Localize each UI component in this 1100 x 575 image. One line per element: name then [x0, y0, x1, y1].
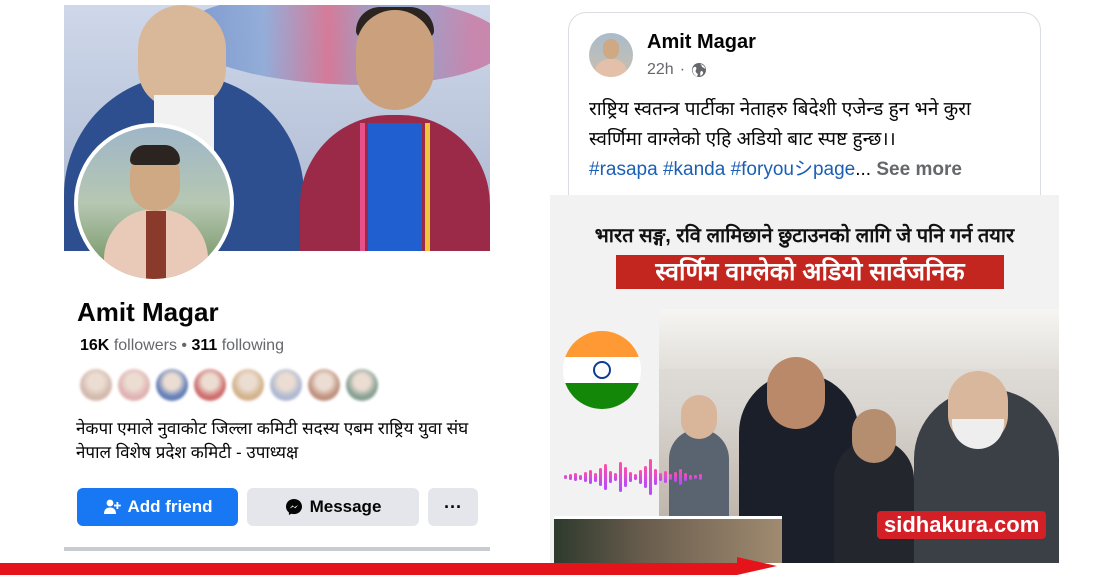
news-thumbnail — [554, 516, 782, 563]
cover-person-right — [300, 7, 490, 251]
site-watermark: sidhakura.com — [877, 511, 1047, 539]
friend-avatar[interactable] — [156, 369, 188, 401]
post-meta: 22h · — [647, 61, 707, 79]
see-more-link[interactable]: See more — [876, 159, 962, 180]
add-friend-button[interactable]: Add friend — [77, 488, 238, 526]
profile-name: Amit Magar — [77, 297, 219, 327]
post-card: Amit Magar 22h · राष्ट्रिय स्वतन्त्र पार… — [568, 12, 1041, 213]
message-label: Message — [309, 497, 382, 516]
profile-card: Amit Magar 16K followers • 311 following… — [64, 5, 490, 551]
hashtag-link[interactable]: #kanda — [663, 159, 725, 180]
friend-avatar[interactable] — [118, 369, 150, 401]
meta-separator: · — [679, 61, 686, 78]
progress-bar-red — [0, 563, 737, 575]
friend-avatar[interactable] — [232, 369, 264, 401]
friend-avatar[interactable] — [308, 369, 340, 401]
more-options-icon: ··· — [444, 496, 462, 517]
hashtag-link[interactable]: #rasapa — [589, 159, 658, 180]
post-text: राष्ट्रिय स्वतन्त्र पार्टीका नेताहरु बिद… — [589, 99, 971, 150]
profile-avatar[interactable] — [74, 123, 234, 283]
profile-bio: नेकपा एमाले नुवाकोट जिल्ला कमिटी सदस्य ए… — [76, 419, 469, 462]
cover-map-graphic — [184, 5, 490, 85]
mutual-friends-avatars[interactable] — [80, 369, 384, 403]
hashtag-link[interactable]: #foryouシpage — [731, 159, 856, 180]
following-label[interactable]: following — [222, 337, 284, 354]
text-ellipsis: ... — [855, 159, 872, 180]
messenger-icon — [285, 499, 302, 515]
more-options-button[interactable]: ··· — [428, 488, 478, 526]
followers-label[interactable]: followers — [114, 337, 177, 354]
friend-avatar[interactable] — [346, 369, 378, 401]
post-author-name[interactable]: Amit Magar — [647, 31, 756, 54]
post-image[interactable]: भारत सङ्ग, रवि लामिछाने छुटाउनको लागि जे… — [550, 195, 1059, 563]
post-timestamp[interactable]: 22h — [647, 61, 674, 79]
post-hashtags: #rasapa #kanda #foryouシpage... See more — [589, 155, 1039, 185]
friend-avatar[interactable] — [270, 369, 302, 401]
image-headline-top: भारत सङ्ग, रवि लामिछाने छुटाउनको लागि जे… — [594, 225, 1015, 247]
profile-stats: 16K followers • 311 following — [80, 337, 284, 355]
stats-separator: • — [181, 337, 192, 354]
friend-avatar[interactable] — [194, 369, 226, 401]
audio-waveform-graphic — [564, 457, 704, 497]
add-friend-label: Add friend — [127, 497, 213, 516]
bar-arrow-decoration — [737, 557, 777, 575]
person-plus-icon — [103, 499, 121, 514]
message-button[interactable]: Message — [247, 488, 419, 526]
followers-count[interactable]: 16K — [80, 337, 109, 354]
image-headline-banner: स्वर्णिम वाग्लेको अडियो सार्वजनिक — [616, 255, 1004, 289]
post-author-avatar[interactable] — [589, 33, 633, 77]
friend-avatar[interactable] — [80, 369, 112, 401]
following-count[interactable]: 311 — [191, 337, 217, 354]
globe-icon[interactable] — [691, 62, 707, 78]
india-flag-icon — [563, 331, 641, 409]
